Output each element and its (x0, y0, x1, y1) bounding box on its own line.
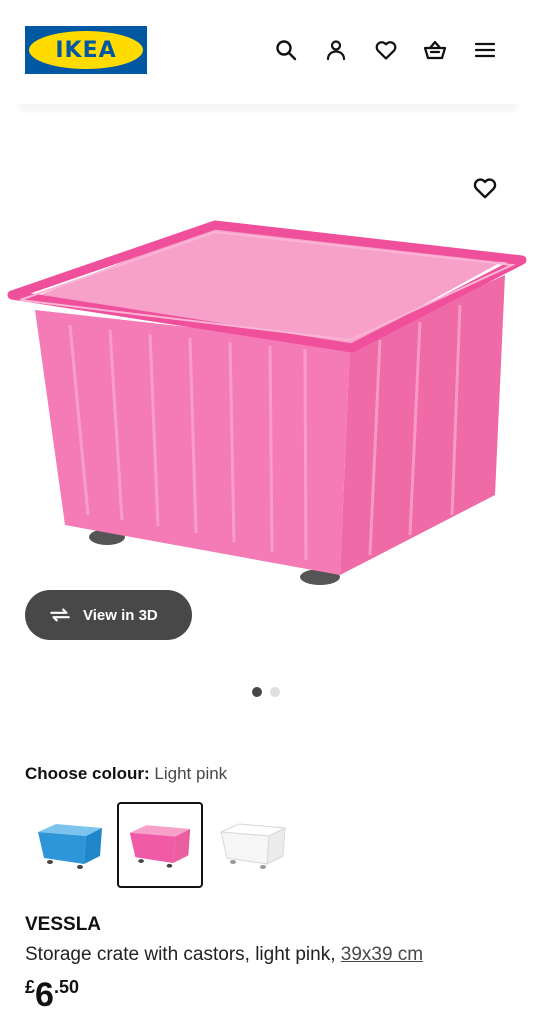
search-icon[interactable] (273, 37, 299, 63)
selected-colour-value: Light pink (154, 764, 228, 783)
white-crate-thumbnail (220, 823, 287, 869)
product-description-text: Storage crate with castors, light pink, (25, 944, 341, 965)
ikea-logo[interactable]: IKEA (25, 26, 147, 74)
view-in-3d-button[interactable]: View in 3D (25, 590, 192, 640)
product-name: VESSLA (25, 914, 102, 935)
menu-icon[interactable] (472, 37, 498, 63)
logo-text: IKEA (55, 37, 117, 63)
price-integer: 6 (35, 976, 54, 1014)
product-size-link[interactable]: 39x39 cm (341, 944, 423, 965)
product-description: Storage crate with castors, light pink, … (25, 944, 423, 966)
add-to-favourites-icon[interactable] (472, 175, 498, 201)
colour-option-white[interactable] (210, 802, 296, 888)
product-price: £6.50 (25, 978, 79, 1012)
profile-icon[interactable] (323, 37, 349, 63)
colour-option-light-pink[interactable] (117, 802, 203, 888)
price-decimal: .50 (53, 977, 79, 997)
heart-icon[interactable] (373, 37, 399, 63)
rotate-3d-icon (50, 608, 70, 622)
product-image[interactable] (0, 150, 535, 600)
price-currency: £ (25, 977, 36, 997)
gallery-pagination (252, 687, 280, 697)
header: IKEA (0, 0, 535, 100)
view-in-3d-label: View in 3D (83, 606, 158, 624)
pagination-dot-1[interactable] (252, 687, 262, 697)
pagination-dot-2[interactable] (270, 687, 280, 697)
choose-colour-label: Choose colour: (25, 764, 150, 783)
header-divider (18, 96, 518, 104)
basket-icon[interactable] (422, 37, 448, 63)
pink-crate-thumbnail (129, 825, 191, 868)
choose-colour-row: Choose colour: Light pink (25, 764, 227, 784)
colour-option-blue[interactable] (27, 802, 113, 888)
blue-crate-thumbnail (38, 824, 102, 869)
logo-oval: IKEA (29, 31, 143, 69)
